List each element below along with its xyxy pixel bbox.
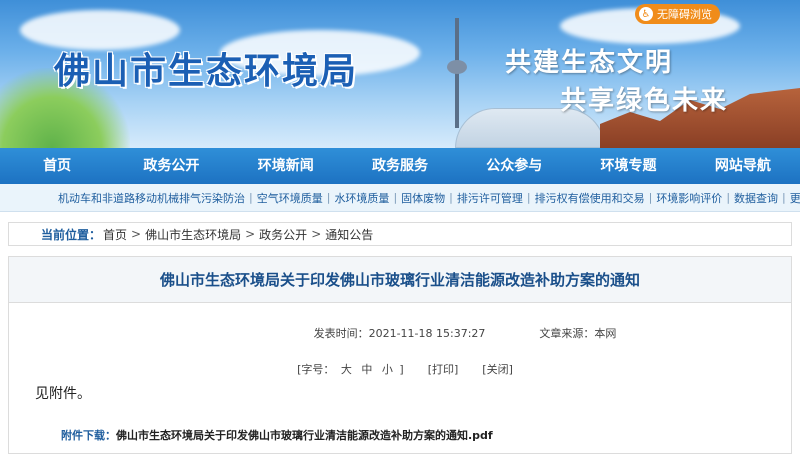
publish-time: 发表时间：2021-11-18 15:37:27 [313, 327, 486, 340]
nav-item-environment-topics[interactable]: 环境专题 [571, 148, 685, 184]
article-source: 文章来源：本网 [539, 327, 617, 340]
subnav-separator: | [726, 191, 731, 204]
font-size-prefix: [字号： [297, 363, 335, 376]
attachment-download-link[interactable]: 佛山市生态环境局关于印发佛山市玻璃行业清洁能源改造补助方案的通知.pdf [116, 427, 493, 443]
subnav-item-discharge-permit[interactable]: 排污许可管理 [457, 190, 523, 206]
attachment-row: 附件下载： 佛山市生态环境局关于印发佛山市玻璃行业清洁能源改造补助方案的通知.p… [61, 427, 791, 443]
nav-item-site-navigation[interactable]: 网站导航 [686, 148, 800, 184]
subnav-separator: | [782, 191, 786, 204]
font-size-medium-link[interactable]: 中 [361, 363, 372, 376]
subnav-item-data-query[interactable]: 数据查询 [734, 190, 778, 206]
article-body: 见附件。 [35, 386, 91, 402]
font-size-suffix: ] [399, 363, 404, 376]
subnav-item-vehicle-emissions[interactable]: 机动车和非道路移动机械排气污染防治 [58, 190, 245, 206]
site-banner: 佛山市生态环境局 共建生态文明 共享绿色未来 ♿ 无障碍浏览 [0, 0, 800, 148]
accessibility-label: 无障碍浏览 [657, 8, 712, 21]
breadcrumb-separator: > [245, 227, 256, 241]
close-link[interactable]: [关闭] [482, 361, 513, 377]
attachment-label: 附件下载： [61, 429, 116, 442]
font-size-small-link[interactable]: 小 [382, 363, 393, 376]
breadcrumb-item-bureau[interactable]: 佛山市生态环境局 [145, 226, 241, 243]
sub-nav: 机动车和非道路移动机械排气污染防治 | 空气环境质量 | 水环境质量 | 固体废… [0, 184, 800, 212]
article-header: 佛山市生态环境局关于印发佛山市玻璃行业清洁能源改造补助方案的通知 [9, 257, 791, 303]
wheelchair-icon: ♿ [639, 7, 653, 21]
subnav-separator: | [648, 191, 653, 204]
nav-item-home[interactable]: 首页 [0, 148, 114, 184]
subnav-separator: | [526, 191, 531, 204]
tower-ball-illustration [447, 60, 467, 74]
breadcrumb-label: 当前位置： [41, 227, 102, 242]
subnav-separator: | [449, 191, 453, 204]
breadcrumb-separator: > [131, 227, 142, 241]
subnav-separator: | [249, 191, 253, 204]
nav-item-public-participation[interactable]: 公众参与 [457, 148, 571, 184]
breadcrumb-item-notices[interactable]: 通知公告 [325, 226, 373, 243]
font-size-control: [字号： 大 中 小 ] [297, 361, 404, 377]
article-tools: [字号： 大 中 小 ] [打印] [关闭] [9, 361, 791, 377]
subnav-separator: | [326, 191, 331, 204]
subnav-item-more[interactable]: 更多 [790, 190, 800, 206]
breadcrumb: 当前位置： 首页 > 佛山市生态环境局 > 政务公开 > 通知公告 [8, 222, 792, 246]
subnav-item-air-quality[interactable]: 空气环境质量 [257, 190, 323, 206]
breadcrumb-item-home[interactable]: 首页 [103, 226, 127, 243]
accessibility-button[interactable]: ♿ 无障碍浏览 [635, 4, 720, 24]
article-panel: 佛山市生态环境局关于印发佛山市玻璃行业清洁能源改造补助方案的通知 发表时间：20… [8, 256, 792, 454]
subnav-item-emission-trading[interactable]: 排污权有偿使用和交易 [535, 190, 645, 206]
nav-item-environment-news[interactable]: 环境新闻 [229, 148, 343, 184]
subnav-item-water-quality[interactable]: 水环境质量 [334, 190, 389, 206]
slogan-line-1: 共建生态文明 [505, 48, 674, 78]
breadcrumb-item-government-affairs[interactable]: 政务公开 [259, 226, 307, 243]
font-size-large-link[interactable]: 大 [341, 363, 352, 376]
article-meta: 发表时间：2021-11-18 15:37:27 文章来源：本网 [9, 325, 791, 341]
article-title: 佛山市生态环境局关于印发佛山市玻璃行业清洁能源改造补助方案的通知 [159, 271, 640, 289]
subnav-item-impact-assessment[interactable]: 环境影响评价 [656, 190, 722, 206]
nav-item-government-affairs[interactable]: 政务公开 [114, 148, 228, 184]
main-nav: 首页 政务公开 环境新闻 政务服务 公众参与 环境专题 网站导航 [0, 148, 800, 184]
site-title: 佛山市生态环境局 [54, 51, 359, 92]
subnav-separator: | [393, 191, 398, 204]
slogan-line-2: 共享绿色未来 [560, 86, 729, 116]
nav-item-government-services[interactable]: 政务服务 [343, 148, 457, 184]
subnav-item-solid-waste[interactable]: 固体废物 [401, 190, 445, 206]
breadcrumb-separator: > [311, 227, 322, 241]
print-link[interactable]: [打印] [428, 361, 459, 377]
